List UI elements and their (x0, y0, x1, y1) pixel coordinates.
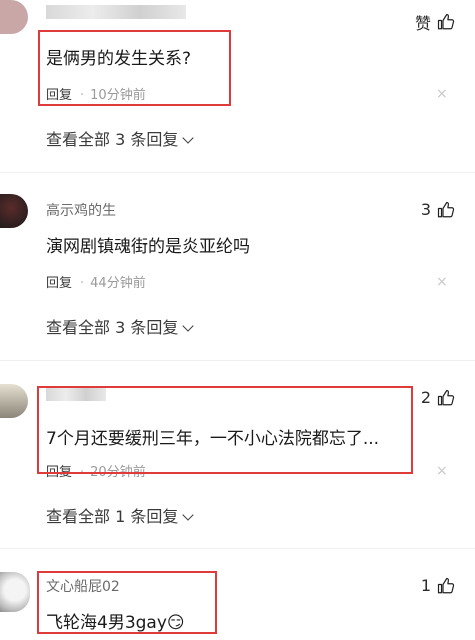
highlight-box (37, 571, 217, 634)
thumbs-up-icon (437, 389, 455, 405)
view-all-label: 查看全部 3 条回复 (46, 130, 179, 149)
view-all-label: 查看全部 1 条回复 (46, 507, 179, 526)
like-button[interactable]: 2 (421, 388, 455, 407)
highlight-box (38, 30, 231, 106)
like-button[interactable]: 3 (421, 200, 455, 219)
like-button[interactable]: 1 (421, 576, 455, 595)
like-count: 2 (420, 388, 431, 407)
like-label: 赞 (414, 14, 431, 33)
close-icon[interactable]: × (436, 463, 448, 479)
comment-text: 演网剧镇魂街的是炎亚纶吗 (46, 237, 250, 257)
thumbs-up-icon (437, 201, 455, 217)
username[interactable]: 高示鸡的生 (46, 200, 116, 220)
view-all-replies-button[interactable]: 查看全部 1 条回复 (46, 503, 195, 527)
thumbs-up-icon (437, 577, 455, 593)
reply-button[interactable]: 回复 (46, 276, 72, 291)
like-count: 1 (420, 576, 431, 595)
view-all-label: 查看全部 3 条回复 (46, 318, 179, 337)
username[interactable] (46, 4, 186, 20)
view-all-replies-button[interactable]: 查看全部 3 条回复 (46, 126, 195, 150)
divider (0, 548, 475, 549)
chevron-down-icon (182, 132, 195, 144)
avatar[interactable] (0, 0, 28, 34)
chevron-down-icon (182, 509, 195, 521)
divider (0, 360, 475, 361)
close-icon[interactable]: × (436, 86, 448, 102)
highlight-box (37, 386, 413, 474)
chevron-down-icon (182, 320, 195, 332)
like-count: 3 (420, 200, 431, 219)
thumbs-up-icon (437, 13, 455, 30)
divider (0, 172, 475, 173)
avatar[interactable] (0, 572, 30, 612)
avatar[interactable] (0, 194, 28, 228)
view-all-replies-button[interactable]: 查看全部 3 条回复 (46, 314, 195, 338)
comment-meta: 回复 · 44分钟前 (46, 276, 146, 291)
timestamp: 44分钟前 (90, 276, 146, 291)
avatar[interactable] (0, 384, 28, 418)
like-button[interactable]: 赞 (415, 10, 455, 34)
close-icon[interactable]: × (436, 274, 448, 290)
